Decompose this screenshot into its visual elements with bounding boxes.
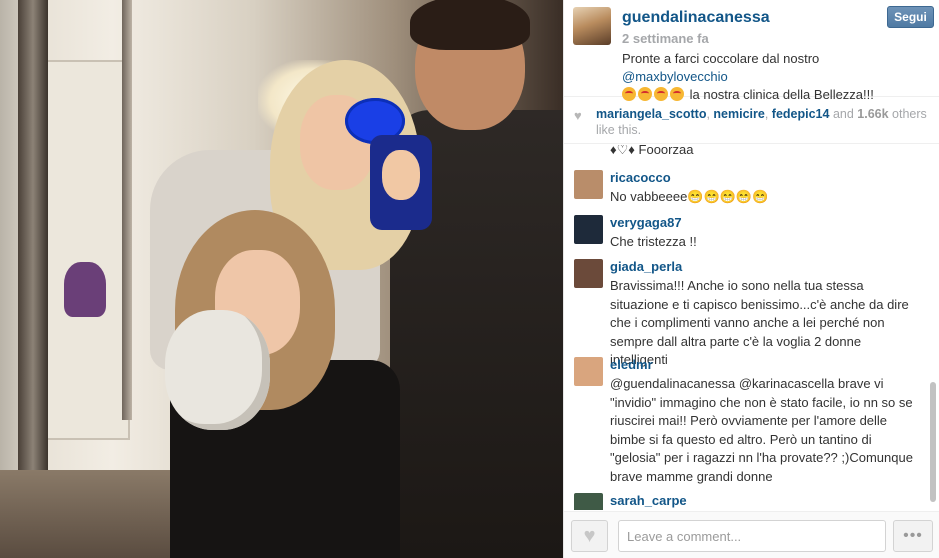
comment-text: Che tristezza !! — [610, 234, 697, 249]
comment-username[interactable]: sarah_carpe — [610, 493, 687, 508]
liker-link[interactable]: fedepic14 — [772, 107, 830, 121]
post-side-panel: guendalinacanessa 2 settimane fa Segui P… — [563, 0, 939, 558]
likes-count[interactable]: 1.66k — [857, 107, 888, 121]
comment-text: No vabbeeee😁😁😁😁😁 — [610, 189, 769, 204]
photo-hair-dryer — [64, 262, 106, 317]
photo-phone-case-figure — [382, 150, 420, 200]
photo-man-hair — [410, 0, 530, 50]
caption-text: Pronte a farci coccolare dal nostro — [622, 51, 820, 66]
avatar[interactable] — [574, 357, 603, 386]
post-photo[interactable] — [0, 0, 563, 558]
liker-link[interactable]: mariangela_scotto — [596, 107, 706, 121]
avatar[interactable] — [574, 215, 603, 244]
avatar[interactable] — [574, 170, 603, 199]
photo-mirror-edge — [122, 0, 132, 420]
post-caption: Pronte a farci coccolare dal nostro @max… — [622, 50, 922, 104]
comment-username[interactable]: verygaga87 — [610, 215, 682, 230]
more-options-button[interactable]: ••• — [893, 520, 933, 552]
comments-scrollbar[interactable] — [929, 150, 937, 510]
heart-icon: ♥ — [574, 108, 582, 123]
post-username[interactable]: guendalinacanessa — [622, 9, 770, 27]
heart-icon: ♥ — [583, 524, 596, 547]
comment-partial-text: ♦♡♦ Fooorzaa — [610, 145, 694, 157]
likes-and: and — [829, 107, 858, 121]
comment-footer: ♥ ••• — [564, 511, 939, 558]
avatar[interactable] — [573, 7, 611, 45]
like-button[interactable]: ♥ — [571, 520, 608, 552]
follow-button[interactable]: Segui — [887, 6, 934, 28]
comment-username[interactable]: eledmr — [610, 357, 653, 372]
post-header: guendalinacanessa 2 settimane fa Segui P… — [564, 0, 939, 102]
comment-text: Bravissima!!! Anche io sono nella tua st… — [610, 278, 909, 367]
scrollbar-thumb[interactable] — [930, 382, 936, 502]
comment-text: @guendalinacanessa @karinacascella brave… — [610, 376, 913, 484]
photo-cherub-statue — [165, 310, 270, 430]
likes-separator: , — [764, 107, 772, 121]
comments-list[interactable]: ♦♡♦ Fooorzaa ricacocco No vabbeeee😁😁😁😁😁 … — [564, 145, 934, 510]
photo-door — [40, 60, 130, 440]
liker-link[interactable]: nemicire — [713, 107, 764, 121]
comment-input[interactable] — [618, 520, 886, 552]
avatar[interactable] — [574, 493, 603, 510]
comment-username[interactable]: ricacocco — [610, 170, 671, 185]
post-timestamp[interactable]: 2 settimane fa — [622, 31, 709, 46]
avatar[interactable] — [574, 259, 603, 288]
likes-summary: ♥ mariangela_scotto, nemicire, fedepic14… — [564, 98, 939, 144]
caption-mention-link[interactable]: @maxbylovecchio — [622, 69, 728, 84]
comment-username[interactable]: giada_perla — [610, 259, 682, 274]
